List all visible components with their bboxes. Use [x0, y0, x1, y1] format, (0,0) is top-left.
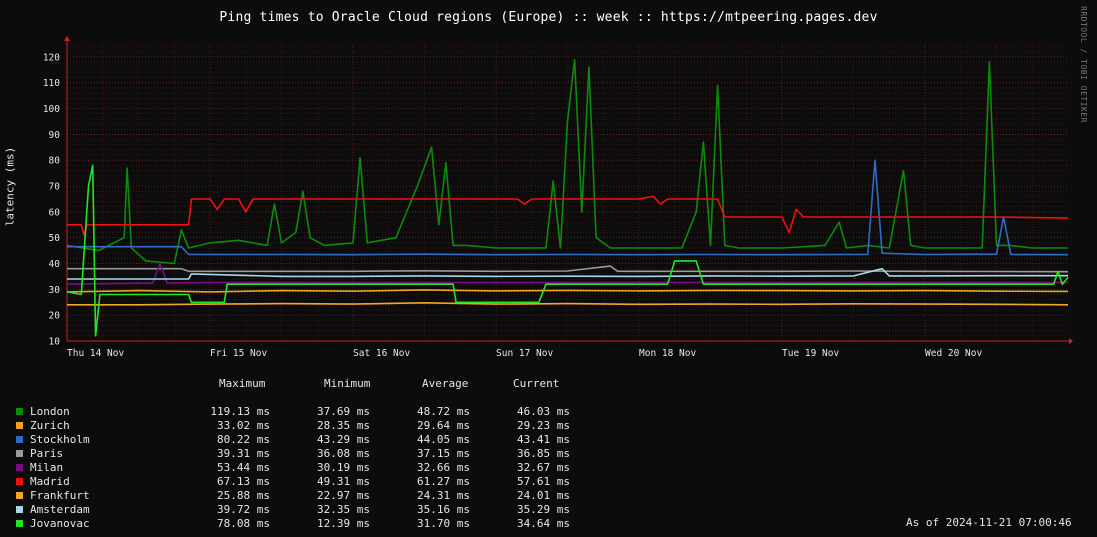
legend-minimum-value: 28.35 ms	[317, 419, 370, 432]
legend-maximum-value: 39.72 ms	[217, 503, 270, 516]
legend-minimum-value: 32.35 ms	[317, 503, 370, 516]
legend-average-value: 24.31 ms	[417, 489, 470, 502]
legend-current-value: 24.01 ms	[517, 489, 570, 502]
legend-minimum-value: 43.29 ms	[317, 433, 370, 446]
legend-swatch	[16, 422, 23, 429]
y-tick-label: 90	[49, 130, 61, 141]
series-line-stockholm	[67, 159, 1069, 256]
legend-maximum-value: 53.44 ms	[217, 461, 270, 474]
legend-header-current: Current	[513, 377, 560, 390]
legend-swatch	[16, 408, 23, 415]
legend-series-name: Stockholm	[30, 433, 90, 446]
legend-maximum-value: 80.22 ms	[217, 433, 270, 446]
legend-current-value: 35.29 ms	[517, 503, 570, 516]
legend-current-value: 46.03 ms	[517, 405, 570, 418]
y-tick-label: 50	[49, 233, 61, 244]
legend-header-average: Average	[422, 377, 469, 390]
y-axis-arrow	[64, 36, 70, 41]
legend-series-name: London	[30, 405, 70, 418]
legend-series-name: Amsterdam	[30, 503, 90, 516]
legend-minimum-value: 37.69 ms	[317, 405, 370, 418]
legend-series-name: Milan	[30, 461, 64, 474]
legend-row-london: London 119.13 ms 37.69 ms 48.72 ms 46.03 ms	[0, 405, 600, 419]
legend-row-zurich: Zurich 33.02 ms 28.35 ms 29.64 ms 29.23 ms	[0, 419, 600, 433]
legend-series-name: Paris	[30, 447, 64, 460]
legend-average-value: 29.64 ms	[417, 419, 470, 432]
legend-minimum-value: 22.97 ms	[317, 489, 370, 502]
legend-row-madrid: Madrid 67.13 ms 49.31 ms 61.27 ms 57.61 ms	[0, 475, 600, 489]
legend-average-value: 61.27 ms	[417, 475, 470, 488]
legend-row-stockholm: Stockholm 80.22 ms 43.29 ms 44.05 ms 43.41 m…	[0, 433, 600, 447]
x-tick-label: Sat 16 Nov	[353, 348, 410, 359]
legend-current-value: 34.64 ms	[517, 517, 570, 530]
legend-minimum-value: 12.39 ms	[317, 517, 370, 530]
y-tick-label: 10	[49, 337, 61, 348]
legend-header-maximum: Maximum	[219, 377, 266, 390]
legend-row-frankfurt: Frankfurt 25.88 ms 22.97 ms 24.31 ms 24.01 m…	[0, 489, 600, 503]
legend-row-amsterdam: Amsterdam 39.72 ms 32.35 ms 35.16 ms 35.29 m…	[0, 503, 600, 517]
x-tick-label: Sun 17 Nov	[496, 348, 553, 359]
x-tick-label: Mon 18 Nov	[639, 348, 696, 359]
y-tick-label: 110	[43, 78, 60, 89]
legend-average-value: 32.66 ms	[417, 461, 470, 474]
y-tick-label: 60	[49, 207, 61, 218]
y-tick-label: 100	[43, 104, 60, 115]
legend-current-value: 43.41 ms	[517, 433, 570, 446]
as-of-timestamp: As of 2024-11-21 07:00:46	[906, 516, 1072, 529]
legend-swatch	[16, 492, 23, 499]
legend-maximum-value: 78.08 ms	[217, 517, 270, 530]
legend-current-value: 29.23 ms	[517, 419, 570, 432]
latency-chart: 10 20 30 40 50 60 70 80 90 100 110 120 Thu 14 Nov Fri…	[43, 36, 1073, 359]
legend-swatch	[16, 450, 23, 457]
x-tick-label: Wed 20 Nov	[925, 348, 982, 359]
legend-average-value: 35.16 ms	[417, 503, 470, 516]
legend-maximum-value: 33.02 ms	[217, 419, 270, 432]
legend-swatch	[16, 506, 23, 513]
x-tick-label: Thu 14 Nov	[67, 348, 124, 359]
legend-current-value: 57.61 ms	[517, 475, 570, 488]
legend-series-name: Madrid	[30, 475, 70, 488]
legend-current-value: 36.85 ms	[517, 447, 570, 460]
y-tick-label: 30	[49, 285, 61, 296]
legend-series-name: Frankfurt	[30, 489, 90, 502]
x-axis-arrow	[1069, 338, 1073, 344]
legend-swatch	[16, 436, 23, 443]
legend-series-name: Jovanovac	[30, 517, 90, 530]
legend-average-value: 44.05 ms	[417, 433, 470, 446]
legend-average-value: 48.72 ms	[417, 405, 470, 418]
y-tick-label: 20	[49, 311, 61, 322]
legend-maximum-value: 119.13 ms	[210, 405, 270, 418]
legend-maximum-value: 25.88 ms	[217, 489, 270, 502]
x-tick-label: Fri 15 Nov	[210, 348, 267, 359]
legend-row-paris: Paris 39.31 ms 36.08 ms 37.15 ms 36.85 ms	[0, 447, 600, 461]
legend-row-milan: Milan 53.44 ms 30.19 ms 32.66 ms 32.67 ms	[0, 461, 600, 475]
legend-minimum-value: 36.08 ms	[317, 447, 370, 460]
legend-average-value: 31.70 ms	[417, 517, 470, 530]
legend-current-value: 32.67 ms	[517, 461, 570, 474]
legend-maximum-value: 39.31 ms	[217, 447, 270, 460]
legend-header-minimum: Minimum	[324, 377, 371, 390]
legend-swatch	[16, 520, 23, 527]
legend-minimum-value: 30.19 ms	[317, 461, 370, 474]
legend-average-value: 37.15 ms	[417, 447, 470, 460]
y-tick-label: 40	[49, 259, 61, 270]
legend-swatch	[16, 478, 23, 485]
y-tick-label: 80	[49, 156, 61, 167]
y-tick-label: 70	[49, 182, 61, 193]
x-tick-label: Tue 19 Nov	[782, 348, 839, 359]
legend-row-jovanovac: Jovanovac 78.08 ms 12.39 ms 31.70 ms 34.64 m…	[0, 517, 600, 531]
legend-series-name: Zurich	[30, 419, 70, 432]
legend-maximum-value: 67.13 ms	[217, 475, 270, 488]
legend-minimum-value: 49.31 ms	[317, 475, 370, 488]
series-line-zurich	[66, 289, 1069, 293]
legend-swatch	[16, 464, 23, 471]
y-tick-label: 120	[43, 52, 60, 63]
